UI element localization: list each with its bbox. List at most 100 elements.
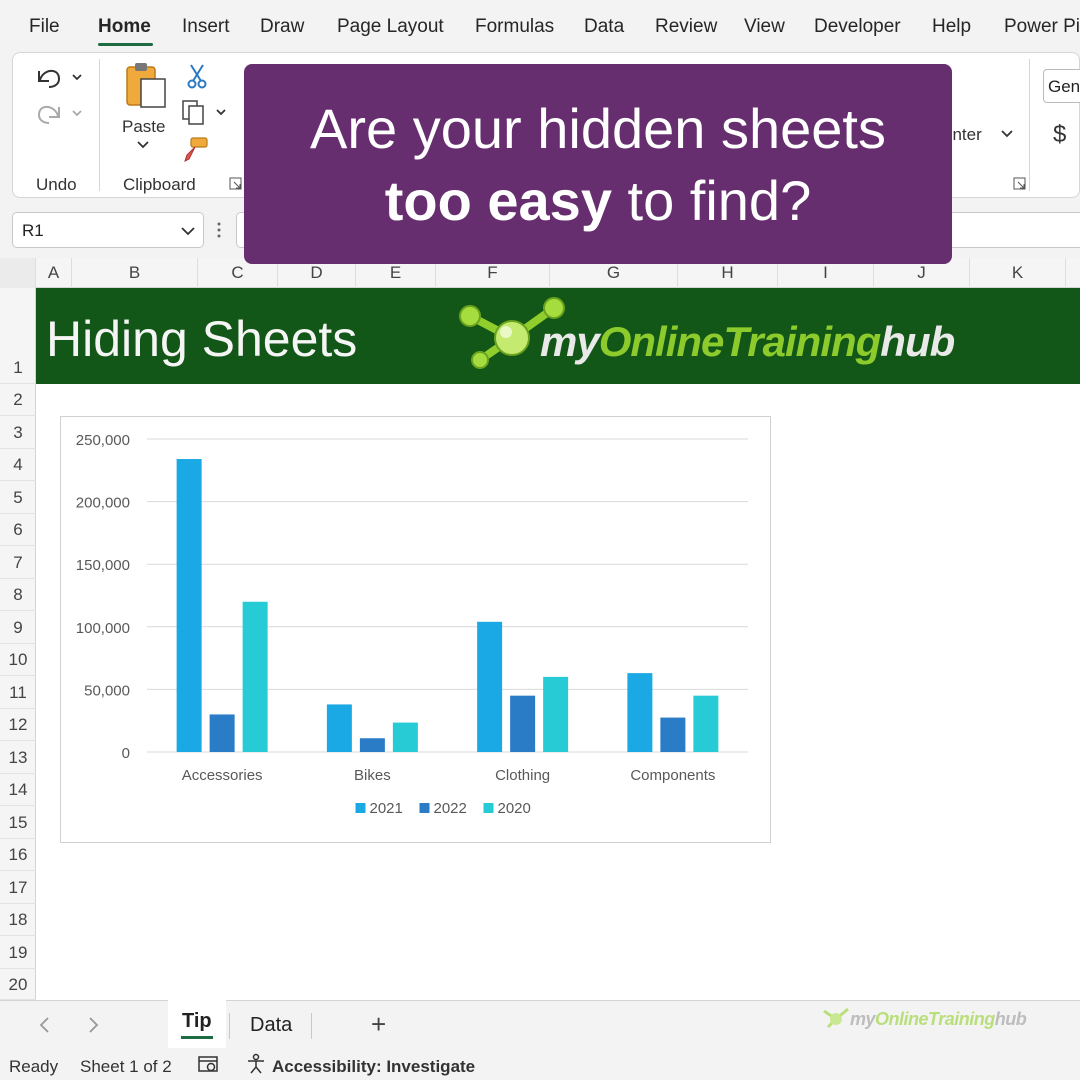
add-sheet-button[interactable]: +	[371, 1009, 386, 1040]
watermark-logo-icon	[823, 1007, 849, 1029]
undo-group-label: Undo	[36, 175, 77, 194]
bar-components-2021[interactable]	[627, 673, 653, 752]
format-painter-icon[interactable]	[181, 135, 211, 165]
row-header[interactable]: 12	[0, 709, 36, 741]
row-header[interactable]: 20	[0, 969, 36, 1000]
bar-components-2022[interactable]	[660, 717, 686, 752]
currency-format-icon[interactable]: $	[1053, 121, 1066, 149]
row-header[interactable]: 13	[0, 741, 36, 774]
more-options-icon[interactable]	[215, 220, 223, 240]
group-divider	[99, 59, 100, 191]
bar-clothing-2022[interactable]	[510, 695, 536, 752]
number-format-box[interactable]: Gen	[1043, 69, 1080, 103]
column-header[interactable]: A	[36, 258, 72, 288]
menu-data[interactable]: Data	[584, 16, 624, 38]
row-header[interactable]: 11	[0, 676, 36, 709]
row-header[interactable]: 19	[0, 936, 36, 969]
x-tick-label: Clothing	[495, 767, 550, 784]
bar-components-2020[interactable]	[693, 695, 719, 752]
menu-developer[interactable]: Developer	[814, 16, 901, 38]
status-accessibility[interactable]: Accessibility: Investigate	[272, 1057, 475, 1077]
row-header[interactable]: 17	[0, 871, 36, 904]
menu-file[interactable]: File	[29, 16, 60, 38]
row-header[interactable]: 7	[0, 546, 36, 579]
bar-clothing-2021[interactable]	[477, 621, 503, 752]
bar-accessories-2020[interactable]	[242, 601, 268, 752]
paste-icon[interactable]	[123, 61, 171, 111]
paste-label[interactable]: Paste	[122, 117, 165, 137]
y-tick-label: 50,000	[84, 682, 130, 699]
menu-power-pivot[interactable]: Power Pi	[1004, 16, 1080, 38]
menu-insert[interactable]: Insert	[182, 16, 230, 38]
bar-bikes-2022[interactable]	[359, 738, 385, 752]
legend-label[interactable]: 2021	[370, 800, 403, 817]
bar-accessories-2021[interactable]	[176, 459, 202, 752]
row-header[interactable]: 10	[0, 644, 36, 676]
sheet-tab-tip[interactable]: Tip	[182, 1010, 212, 1033]
headline-emphasis: too easy	[384, 169, 612, 232]
menu-home[interactable]: Home	[98, 16, 151, 38]
row-header[interactable]: 16	[0, 839, 36, 871]
sales-chart[interactable]: 0 50,000 100,000 150,000 200,000 250,000 Acce…	[60, 416, 771, 843]
merge-dropdown-icon[interactable]	[999, 127, 1015, 141]
cut-icon[interactable]	[183, 61, 211, 89]
copy-icon[interactable]	[179, 97, 231, 127]
bar-bikes-2020[interactable]	[392, 722, 418, 752]
row-header[interactable]: 5	[0, 481, 36, 514]
y-tick-label: 0	[122, 745, 130, 762]
number-format-value: Gen	[1048, 77, 1080, 96]
dialog-launcher-icon[interactable]	[229, 177, 243, 191]
bar-bikes-2021[interactable]	[326, 704, 352, 752]
logo-hub: hub	[880, 318, 955, 365]
bar-clothing-2020[interactable]	[543, 676, 569, 752]
column-header[interactable]: K	[970, 258, 1066, 288]
legend-label[interactable]: 2022	[434, 800, 467, 817]
menu-help[interactable]: Help	[932, 16, 971, 38]
accessibility-icon[interactable]	[244, 1053, 268, 1075]
row-header[interactable]: 14	[0, 774, 36, 806]
undo-icon[interactable]	[33, 61, 83, 93]
menu-draw[interactable]: Draw	[260, 16, 304, 38]
name-box-value: R1	[22, 221, 44, 240]
scroll-right-icon[interactable]	[84, 1015, 102, 1035]
macro-recording-icon[interactable]	[197, 1055, 221, 1075]
row-header[interactable]: 8	[0, 579, 36, 611]
y-tick-label: 200,000	[76, 495, 130, 512]
row-header[interactable]: 1	[0, 288, 36, 384]
column-header[interactable]: B	[72, 258, 198, 288]
logo-my: my	[540, 318, 600, 365]
bar-accessories-2022[interactable]	[209, 714, 235, 752]
legend-label[interactable]: 2020	[498, 800, 531, 817]
sheet-tab-data[interactable]: Data	[250, 1014, 292, 1037]
redo-icon	[37, 105, 82, 124]
headline-line-1: Are your hidden sheets	[310, 97, 886, 160]
alignment-dialog-launcher-icon[interactable]	[1013, 177, 1027, 191]
x-tick-label: Components	[630, 767, 715, 784]
menu-view[interactable]: View	[744, 16, 785, 38]
active-sheet-indicator	[181, 1036, 213, 1039]
row-header[interactable]: 4	[0, 449, 36, 481]
chart-plot: 0 50,000 100,000 150,000 200,000 250,000 Acce…	[76, 432, 748, 817]
row-header[interactable]: 15	[0, 806, 36, 839]
y-tick-label: 100,000	[76, 620, 130, 637]
row-header[interactable]: 3	[0, 416, 36, 449]
menu-formulas[interactable]: Formulas	[475, 16, 554, 38]
sheet-tab-bar: + myOnlineTraininghub	[0, 1000, 1080, 1048]
menu-bar: File Home Insert Draw Page Layout Formul…	[0, 0, 1080, 52]
row-header[interactable]: 18	[0, 904, 36, 936]
menu-review[interactable]: Review	[655, 16, 717, 38]
name-box-dropdown-icon[interactable]	[179, 225, 197, 237]
name-box[interactable]: R1	[12, 212, 204, 248]
menu-page-layout[interactable]: Page Layout	[337, 16, 444, 38]
tab-divider	[229, 1013, 230, 1039]
legend-swatch	[419, 803, 430, 813]
row-header[interactable]: 9	[0, 611, 36, 644]
row-header[interactable]: 6	[0, 514, 36, 546]
paste-dropdown-icon[interactable]	[135, 139, 151, 151]
headline-rest: to find?	[611, 169, 812, 232]
row-header[interactable]: 2	[0, 384, 36, 416]
scroll-left-icon[interactable]	[36, 1015, 54, 1035]
group-divider	[1029, 59, 1030, 191]
select-all-corner[interactable]	[0, 258, 36, 288]
row-headers: 1 2 3 4 5 6 7 8 9 10 11 12 13 14 15 16 1…	[0, 288, 36, 1000]
